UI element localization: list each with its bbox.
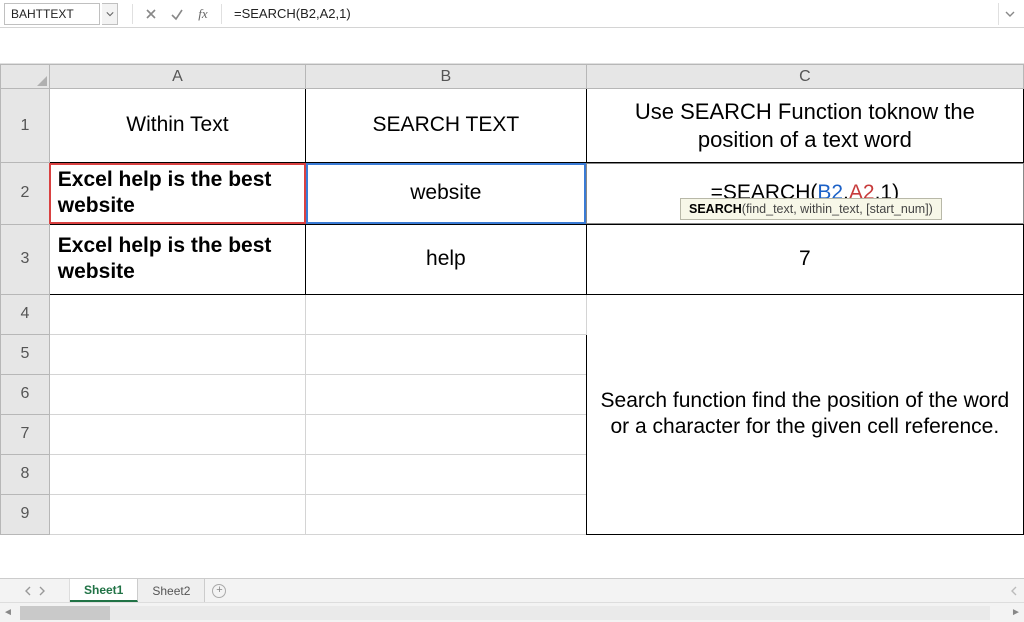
row-header-4[interactable]: 4 (1, 294, 50, 334)
cell-B7[interactable] (306, 414, 587, 454)
formula-input[interactable] (228, 3, 996, 25)
column-header-A[interactable]: A (49, 65, 305, 89)
scroll-right-arrow[interactable]: ► (1008, 607, 1024, 618)
cell-B1[interactable]: SEARCH TEXT (306, 89, 587, 163)
cell-A3[interactable]: Excel help is the best website (49, 224, 305, 294)
column-header-B[interactable]: B (306, 65, 587, 89)
scroll-thumb[interactable] (20, 606, 110, 620)
insert-function-button[interactable]: fx (191, 6, 215, 22)
sheet-tab-bar: Sheet1 Sheet2 + (0, 578, 1024, 602)
expand-formula-bar-button[interactable] (998, 3, 1020, 25)
row-header-3[interactable]: 3 (1, 224, 50, 294)
ribbon-collapsed-spacer (0, 28, 1024, 64)
sheet-tab-sheet1[interactable]: Sheet1 (70, 579, 138, 602)
row-header-9[interactable]: 9 (1, 494, 50, 534)
sheet-tab-sheet2[interactable]: Sheet2 (138, 579, 205, 602)
row-header-6[interactable]: 6 (1, 374, 50, 414)
worksheet-area: A B C 1 Within Text SEARCH TEXT Use SEAR… (0, 64, 1024, 578)
tab-scroll-indicator (984, 579, 1024, 602)
close-icon (144, 7, 158, 21)
row-header-7[interactable]: 7 (1, 414, 50, 454)
tab-bar-spacer (233, 579, 984, 602)
tab-navigation[interactable] (0, 579, 70, 602)
enter-formula-button[interactable] (165, 3, 189, 25)
cell-A8[interactable] (49, 454, 305, 494)
add-sheet-button[interactable]: + (205, 579, 233, 602)
chevron-down-icon (1005, 9, 1015, 19)
row-header-8[interactable]: 8 (1, 454, 50, 494)
name-box-value: BAHTTEXT (11, 7, 74, 21)
cell-B2[interactable]: website (306, 163, 587, 225)
cell-B6[interactable] (306, 374, 587, 414)
cell-B5[interactable] (306, 334, 587, 374)
scroll-left-arrow[interactable]: ◄ (0, 607, 16, 618)
cell-B3[interactable]: help (306, 224, 587, 294)
cell-A5[interactable] (49, 334, 305, 374)
chevron-left-icon (24, 586, 32, 596)
select-all-triangle-icon (37, 76, 47, 86)
function-tooltip: SEARCH(find_text, within_text, [start_nu… (680, 198, 942, 220)
cell-A6[interactable] (49, 374, 305, 414)
row-header-2[interactable]: 2 (1, 163, 50, 225)
separator (221, 4, 222, 24)
grid: A B C 1 Within Text SEARCH TEXT Use SEAR… (0, 64, 1024, 535)
tooltip-function-name: SEARCH (689, 202, 742, 216)
check-icon (170, 7, 184, 21)
chevron-right-icon (38, 586, 46, 596)
tooltip-function-signature: (find_text, within_text, [start_num]) (742, 202, 933, 216)
cell-A7[interactable] (49, 414, 305, 454)
cell-B8[interactable] (306, 454, 587, 494)
cell-A4[interactable] (49, 294, 305, 334)
name-box-dropdown[interactable] (102, 3, 118, 25)
cancel-formula-button[interactable] (139, 3, 163, 25)
cell-B4[interactable] (306, 294, 587, 334)
cell-A2[interactable]: Excel help is the best website (49, 163, 305, 225)
horizontal-scrollbar[interactable]: ◄ ► (0, 602, 1024, 622)
select-all-corner[interactable] (1, 65, 50, 89)
scroll-track[interactable] (20, 606, 990, 620)
cell-B9[interactable] (306, 494, 587, 534)
cell-A9[interactable] (49, 494, 305, 534)
chevron-left-icon (1010, 586, 1018, 596)
cell-A1[interactable]: Within Text (49, 89, 305, 163)
separator (132, 4, 133, 24)
row-header-5[interactable]: 5 (1, 334, 50, 374)
row-header-1[interactable]: 1 (1, 89, 50, 163)
formula-bar: BAHTTEXT fx (0, 0, 1024, 28)
chevron-down-icon (106, 10, 114, 18)
cell-C4-merged[interactable]: Search function find the position of the… (586, 294, 1023, 534)
cell-C1[interactable]: Use SEARCH Function toknow the position … (586, 89, 1023, 163)
column-header-C[interactable]: C (586, 65, 1023, 89)
cell-C3[interactable]: 7 (586, 224, 1023, 294)
name-box[interactable]: BAHTTEXT (4, 3, 100, 25)
plus-icon: + (212, 584, 226, 598)
